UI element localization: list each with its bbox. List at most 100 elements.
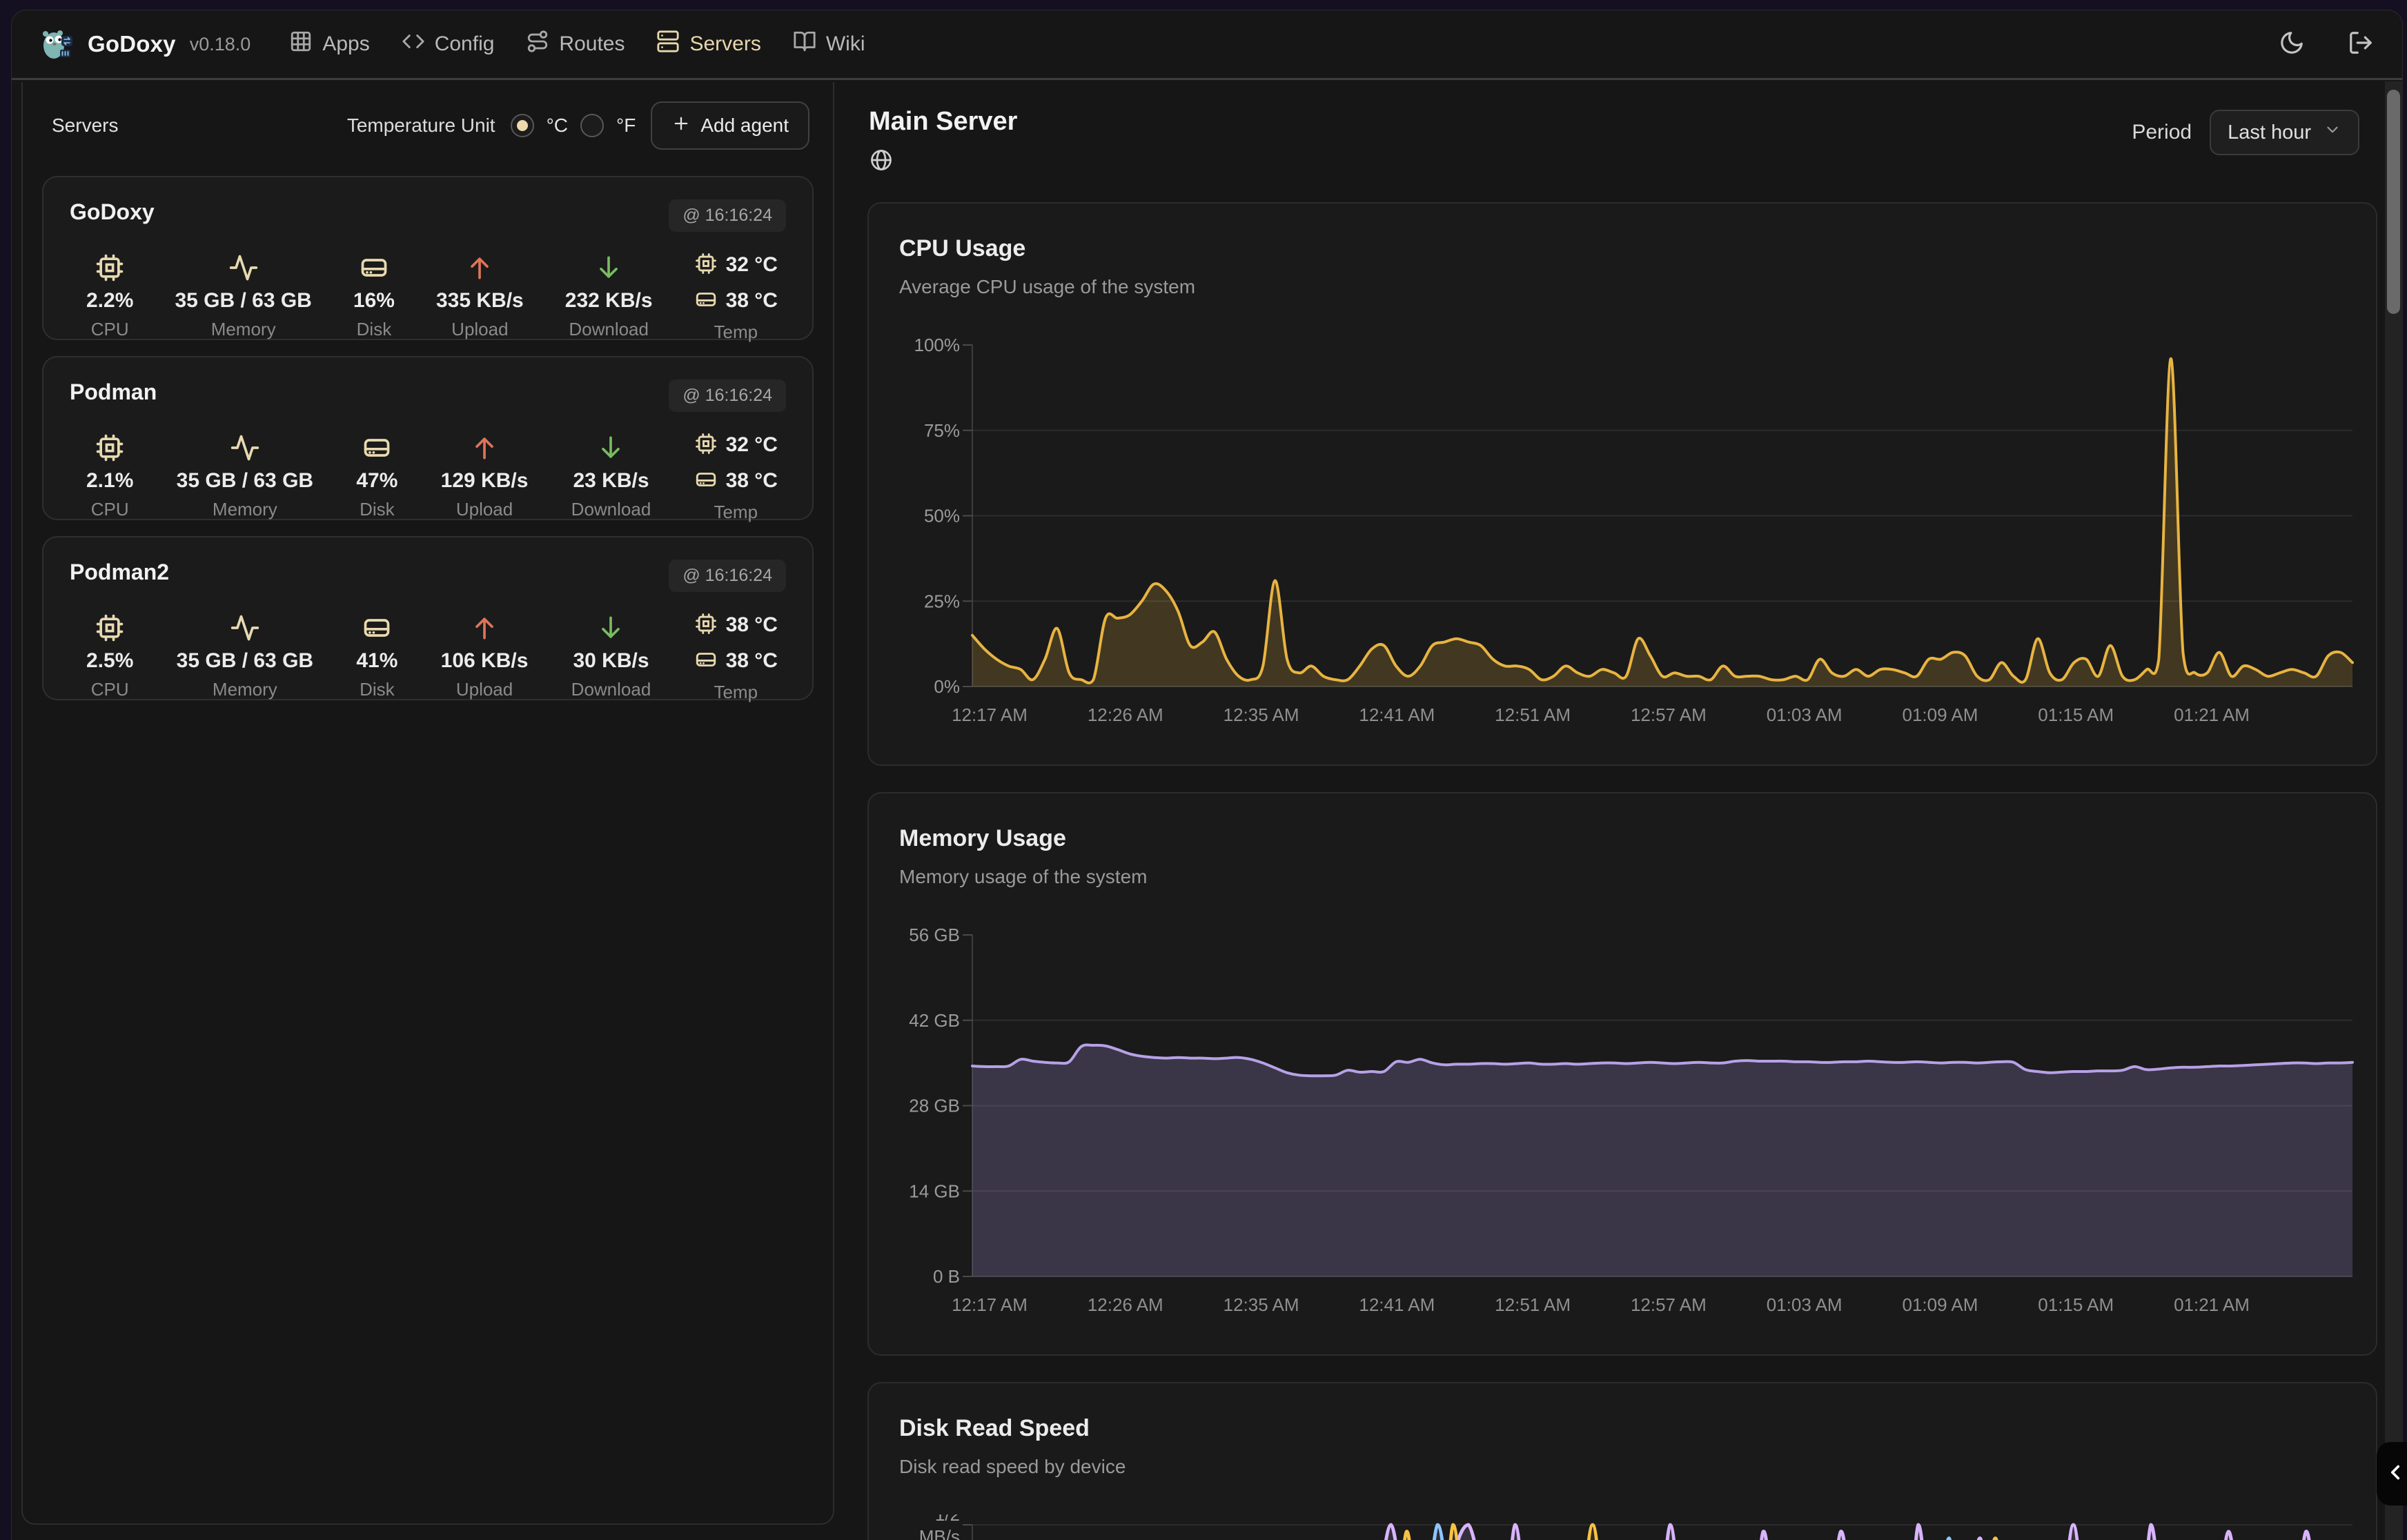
server-stats: 2.5% CPU 35 GB / 63 GB Memory 41% Disk xyxy=(70,610,786,703)
arrow-down-icon xyxy=(596,430,626,463)
server-card-list: GoDoxy @ 16:16:24 2.2% CPU 35 GB / 63 GB xyxy=(39,176,816,700)
svg-text:12:51 AM: 12:51 AM xyxy=(1495,1294,1571,1315)
cpu-temp-value: 38 °C xyxy=(726,613,778,637)
nav-item-wiki[interactable]: Wiki xyxy=(793,30,865,59)
server-name: Podman2 xyxy=(70,560,169,585)
nav-item-apps[interactable]: Apps xyxy=(289,30,369,59)
navbar-actions xyxy=(2278,30,2375,58)
svg-text:01:21 AM: 01:21 AM xyxy=(2174,704,2250,725)
cpu-temp-value: 32 °C xyxy=(726,253,778,277)
scrollbar-thumb[interactable] xyxy=(2387,90,2400,314)
svg-text:56 GB: 56 GB xyxy=(909,925,960,945)
server-stats: 2.1% CPU 35 GB / 63 GB Memory 47% Disk xyxy=(70,430,786,523)
svg-text:28 GB: 28 GB xyxy=(909,1096,960,1116)
cpu-usage-chart[interactable]: 100%75%50%25%0%12:17 AM12:26 AM12:35 AM1… xyxy=(869,335,2379,756)
memory-value: 35 GB / 63 GB xyxy=(177,649,313,673)
svg-text:12:26 AM: 12:26 AM xyxy=(1088,704,1163,725)
upload-label: Upload xyxy=(456,679,513,700)
cpu-temp-row: 32 °C xyxy=(694,250,778,280)
activity-icon xyxy=(230,430,260,463)
memory-label: Memory xyxy=(213,679,277,700)
nav-item-label: Routes xyxy=(559,32,625,56)
activity-icon xyxy=(228,250,259,283)
svg-text:01:21 AM: 01:21 AM xyxy=(2174,1294,2250,1315)
memory-usage-card: Memory Usage Memory usage of the system … xyxy=(867,792,2377,1356)
temp-label: Temp xyxy=(714,682,758,703)
stat-upload: 335 KB/s Upload xyxy=(436,250,524,343)
nav-item-config[interactable]: Config xyxy=(402,30,495,59)
svg-text:12:57 AM: 12:57 AM xyxy=(1631,704,1707,725)
brand-name: GoDoxy xyxy=(88,31,176,57)
brand[interactable]: GoDoxy v0.18.0 xyxy=(39,25,250,64)
disk-temp-value: 38 °C xyxy=(726,469,778,493)
server-name: GoDoxy xyxy=(70,199,155,225)
scrollbar-track[interactable] xyxy=(2385,81,2403,1540)
svg-text:50%: 50% xyxy=(924,506,960,526)
period-select[interactable]: Last hour xyxy=(2210,110,2359,155)
memory-value: 35 GB / 63 GB xyxy=(175,289,311,313)
chart-subtitle: Memory usage of the system xyxy=(899,866,2376,888)
server-name: Podman xyxy=(70,379,157,405)
server-stats: 2.2% CPU 35 GB / 63 GB Memory 16% Disk xyxy=(70,250,786,343)
stat-memory: 35 GB / 63 GB Memory xyxy=(175,250,311,343)
period-label: Period xyxy=(2132,121,2192,144)
panel-collapse-toggle[interactable] xyxy=(2377,1442,2407,1506)
arrow-down-icon xyxy=(596,610,626,643)
hard-drive-icon xyxy=(694,648,718,675)
add-agent-button[interactable]: Add agent xyxy=(651,101,809,150)
celsius-label[interactable]: °C xyxy=(547,115,568,137)
cpu-usage-card: CPU Usage Average CPU usage of the syste… xyxy=(867,202,2377,766)
stat-disk: 16% Disk xyxy=(353,250,395,343)
disk-value: 41% xyxy=(356,649,397,673)
theme-toggle-button[interactable] xyxy=(2278,30,2306,58)
add-agent-label: Add agent xyxy=(700,115,789,137)
fahrenheit-label[interactable]: °F xyxy=(616,115,636,137)
svg-text:12:41 AM: 12:41 AM xyxy=(1359,1294,1435,1315)
stat-download: 30 KB/s Download xyxy=(571,610,651,703)
download-value: 232 KB/s xyxy=(565,289,653,313)
svg-text:01:15 AM: 01:15 AM xyxy=(2038,1294,2114,1315)
svg-text:42 GB: 42 GB xyxy=(909,1010,960,1031)
disk-temp-value: 38 °C xyxy=(726,289,778,313)
svg-text:12:41 AM: 12:41 AM xyxy=(1359,704,1435,725)
chevron-left-icon xyxy=(2384,1461,2407,1488)
server-timestamp-badge: @ 16:16:24 xyxy=(669,560,786,592)
memory-usage-chart[interactable]: 56 GB42 GB28 GB14 GB0 B12:17 AM12:26 AM1… xyxy=(869,925,2379,1345)
nav-item-routes[interactable]: Routes xyxy=(526,30,625,59)
nav-item-label: Apps xyxy=(322,32,369,56)
server-card[interactable]: Podman2 @ 16:16:24 2.5% CPU 35 GB / 63 G… xyxy=(42,536,814,700)
server-card[interactable]: Podman @ 16:16:24 2.1% CPU 35 GB / 63 GB xyxy=(42,356,814,520)
server-card-header: Podman @ 16:16:24 xyxy=(70,379,786,412)
cpu-chip-icon xyxy=(694,432,718,459)
svg-text:100%: 100% xyxy=(914,335,961,355)
chart-title: Disk Read Speed xyxy=(899,1415,2376,1442)
stat-cpu: 2.1% CPU xyxy=(86,430,133,523)
download-value: 30 KB/s xyxy=(573,649,649,673)
nav-item-servers[interactable]: Servers xyxy=(656,30,760,59)
cpu-chip-icon xyxy=(95,250,125,283)
disk-temp-row: 38 °C xyxy=(694,646,778,676)
activity-icon xyxy=(230,610,260,643)
celsius-radio[interactable] xyxy=(511,114,534,137)
stat-disk: 47% Disk xyxy=(356,430,397,523)
server-card[interactable]: GoDoxy @ 16:16:24 2.2% CPU 35 GB / 63 GB xyxy=(42,176,814,340)
disk-label: Disk xyxy=(360,679,395,700)
fahrenheit-radio[interactable] xyxy=(580,114,604,137)
svg-text:01:03 AM: 01:03 AM xyxy=(1767,1294,1843,1315)
disk-read-speed-chart[interactable]: 1/2MB/s12:17 AM12:26 AM12:35 AM12:41 AM1… xyxy=(869,1514,2379,1540)
stat-memory: 35 GB / 63 GB Memory xyxy=(177,610,313,703)
disk-label: Disk xyxy=(357,319,392,340)
arrow-up-icon xyxy=(469,430,500,463)
stat-memory: 35 GB / 63 GB Memory xyxy=(177,430,313,523)
logout-button[interactable] xyxy=(2347,30,2375,58)
chart-card-list: CPU Usage Average CPU usage of the syste… xyxy=(867,202,2377,1540)
upload-label: Upload xyxy=(456,499,513,520)
chart-title: Memory Usage xyxy=(899,825,2376,852)
chart-subtitle: Disk read speed by device xyxy=(899,1456,2376,1478)
download-label: Download xyxy=(569,319,649,340)
cpu-chip-icon xyxy=(95,430,125,463)
main-panel: Main Server Period Last hour CPU Usage A… xyxy=(847,82,2402,1540)
stat-temp: 38 °C 38 °C Temp xyxy=(694,610,778,703)
cpu-label: CPU xyxy=(91,499,129,520)
svg-text:75%: 75% xyxy=(924,420,960,441)
